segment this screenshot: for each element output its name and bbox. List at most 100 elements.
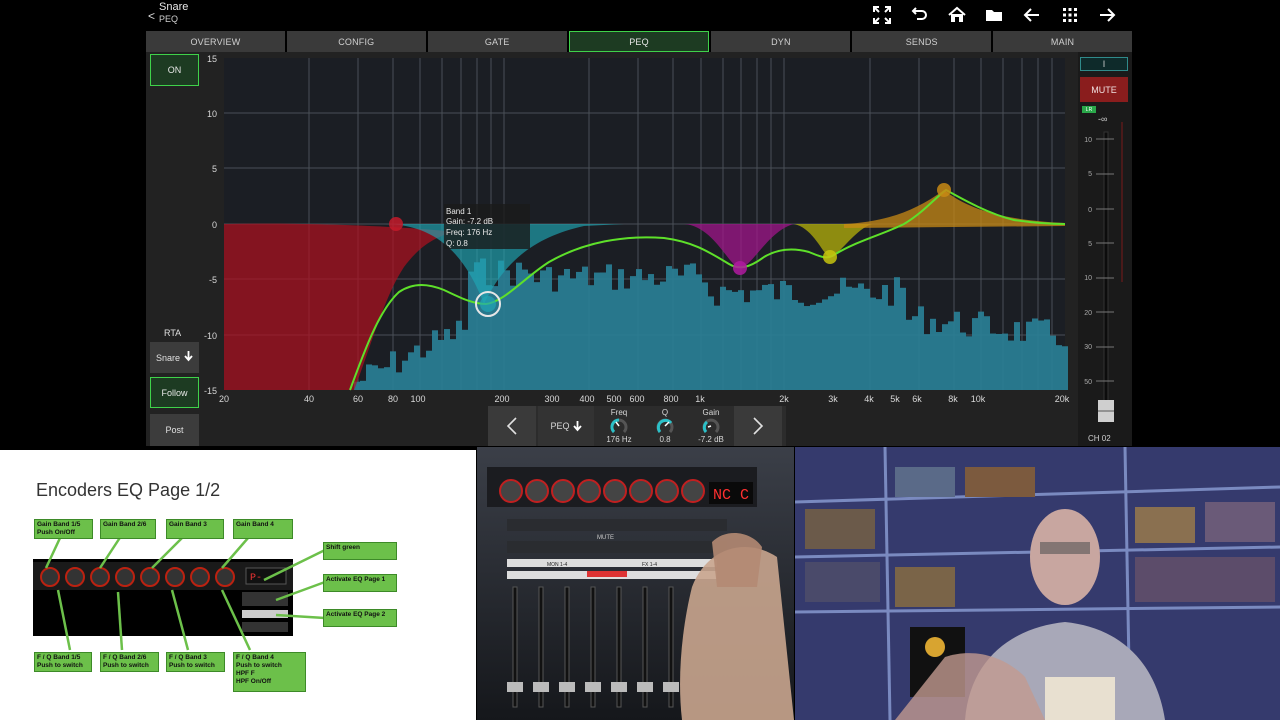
label-line: Push to switch (169, 662, 215, 669)
rta-bar (630, 276, 636, 390)
page-name: PEQ (159, 14, 179, 24)
eq-graph[interactable]: 15 10 5 0 -5 -10 -15 Band 1 Gain: -7.2 d… (204, 52, 1074, 446)
fader-scale-label: 5 (1088, 171, 1092, 178)
y-tick: 0 (212, 220, 217, 230)
mute-button[interactable]: MUTE (1080, 77, 1128, 102)
rta-bar (360, 380, 366, 390)
rta-bar (534, 282, 540, 390)
home-icon[interactable] (938, 3, 976, 27)
label-fq-band-2-6: F / Q Band 2/6 Push to switch (100, 652, 159, 672)
follow-button[interactable]: Follow (150, 377, 199, 408)
rta-bar (942, 324, 948, 390)
back-button[interactable]: < Snare PEQ (148, 1, 188, 25)
rta-bar (642, 280, 648, 390)
lr-badge: LR (1082, 106, 1096, 113)
rta-bar (882, 285, 888, 390)
rta-bar (1002, 333, 1008, 390)
label-line: Gain Band 1/5 (37, 521, 81, 528)
arrow-left-icon[interactable] (1013, 3, 1051, 27)
rta-bar (804, 306, 810, 390)
rta-bar (378, 368, 384, 390)
rta-bar (510, 285, 516, 390)
rta-bar (708, 296, 714, 390)
rta-bar (984, 316, 990, 390)
label-line: Shift green (326, 544, 360, 551)
next-page-button[interactable] (734, 406, 782, 446)
tab-config[interactable]: CONFIG (286, 31, 426, 52)
y-tick: 15 (207, 54, 217, 64)
folder-icon[interactable] (976, 3, 1014, 27)
channel-title-block: Snare PEQ (159, 1, 188, 25)
rta-bar (936, 332, 942, 390)
knob-icon (702, 418, 720, 434)
rta-source-button[interactable]: Snare (150, 342, 199, 373)
grid-icon[interactable] (1051, 3, 1089, 27)
rta-bar (768, 284, 774, 390)
label-shift-green: Shift green (323, 542, 397, 560)
q-encoder[interactable]: Q 0.8 (642, 406, 688, 446)
chevron-right-icon (753, 417, 764, 435)
label-line: Activate EQ Page 2 (326, 611, 386, 618)
rta-bar (576, 271, 582, 390)
encoder-value: 176 Hz (606, 435, 632, 444)
rta-bar (930, 318, 936, 390)
rta-bar (1014, 322, 1020, 390)
x-tick: 8k (948, 394, 958, 404)
rta-bar (966, 336, 972, 390)
rta-bar (888, 305, 894, 390)
encoder-name: Q (661, 408, 669, 417)
rta-bar (822, 299, 828, 390)
freq-encoder[interactable]: Freq 176 Hz (596, 406, 642, 446)
rta-bar (444, 329, 450, 390)
rta-bar (468, 271, 474, 390)
rta-bar (420, 357, 426, 390)
rta-bar (390, 351, 396, 390)
label-fq-band-1-5: F / Q Band 1/5 Push to switch (34, 652, 92, 672)
rta-bar (954, 311, 960, 390)
tab-gate[interactable]: GATE (427, 31, 567, 52)
rta-bar (660, 281, 666, 390)
rta-bar (1062, 346, 1068, 390)
x-tick: 6k (912, 394, 922, 404)
encoder-page-label: PEQ (550, 421, 570, 431)
label-fq-band-3: F / Q Band 3 Push to switch (166, 652, 225, 672)
post-button[interactable]: Post (150, 414, 199, 446)
gain-encoder[interactable]: Gain -7.2 dB (688, 406, 734, 446)
rta-bar (552, 291, 558, 390)
meter-header: I (1080, 57, 1128, 71)
tab-peq[interactable]: PEQ (568, 31, 710, 52)
arrow-right-icon[interactable] (1088, 3, 1126, 27)
rta-bar (636, 269, 642, 390)
toolbar-icons (863, 3, 1126, 27)
rta-bar (864, 288, 870, 390)
rta-bar (384, 367, 390, 390)
prev-page-button[interactable] (488, 406, 536, 446)
rta-bar (774, 299, 780, 390)
rta-bar (1020, 340, 1026, 390)
tab-sends[interactable]: SENDS (852, 31, 992, 52)
eq-on-button[interactable]: ON (150, 54, 199, 86)
x-tick: 5k (890, 394, 900, 404)
label-line: HPF F (236, 670, 255, 677)
encoder-page-button[interactable]: PEQ (538, 406, 594, 446)
channel-fader[interactable]: 10 5 0 5 10 20 30 50 (1078, 122, 1132, 422)
band-tooltip: Band 1 Gain: -7.2 dB Freq: 176 Hz Q: 0.8 (444, 204, 530, 249)
encoder-name: Gain (702, 408, 720, 417)
x-tick: 3k (828, 394, 838, 404)
rta-bar (876, 299, 882, 390)
x-tick: 80 (388, 394, 398, 404)
band-low-handle (389, 217, 403, 231)
tab-main[interactable]: MAIN (993, 31, 1133, 52)
fullscreen-icon[interactable] (863, 3, 901, 27)
rta-bar (522, 269, 528, 390)
x-tick: 2k (779, 394, 789, 404)
x-tick: 10k (971, 394, 986, 404)
rta-bar (396, 372, 402, 390)
undo-icon[interactable] (900, 3, 938, 27)
tab-overview[interactable]: OVERVIEW (146, 31, 285, 52)
rta-bar (912, 316, 918, 390)
rta-bar (798, 302, 804, 390)
rta-bar (606, 264, 612, 390)
rta-bar (678, 275, 684, 390)
tab-dyn[interactable]: DYN (711, 31, 851, 52)
